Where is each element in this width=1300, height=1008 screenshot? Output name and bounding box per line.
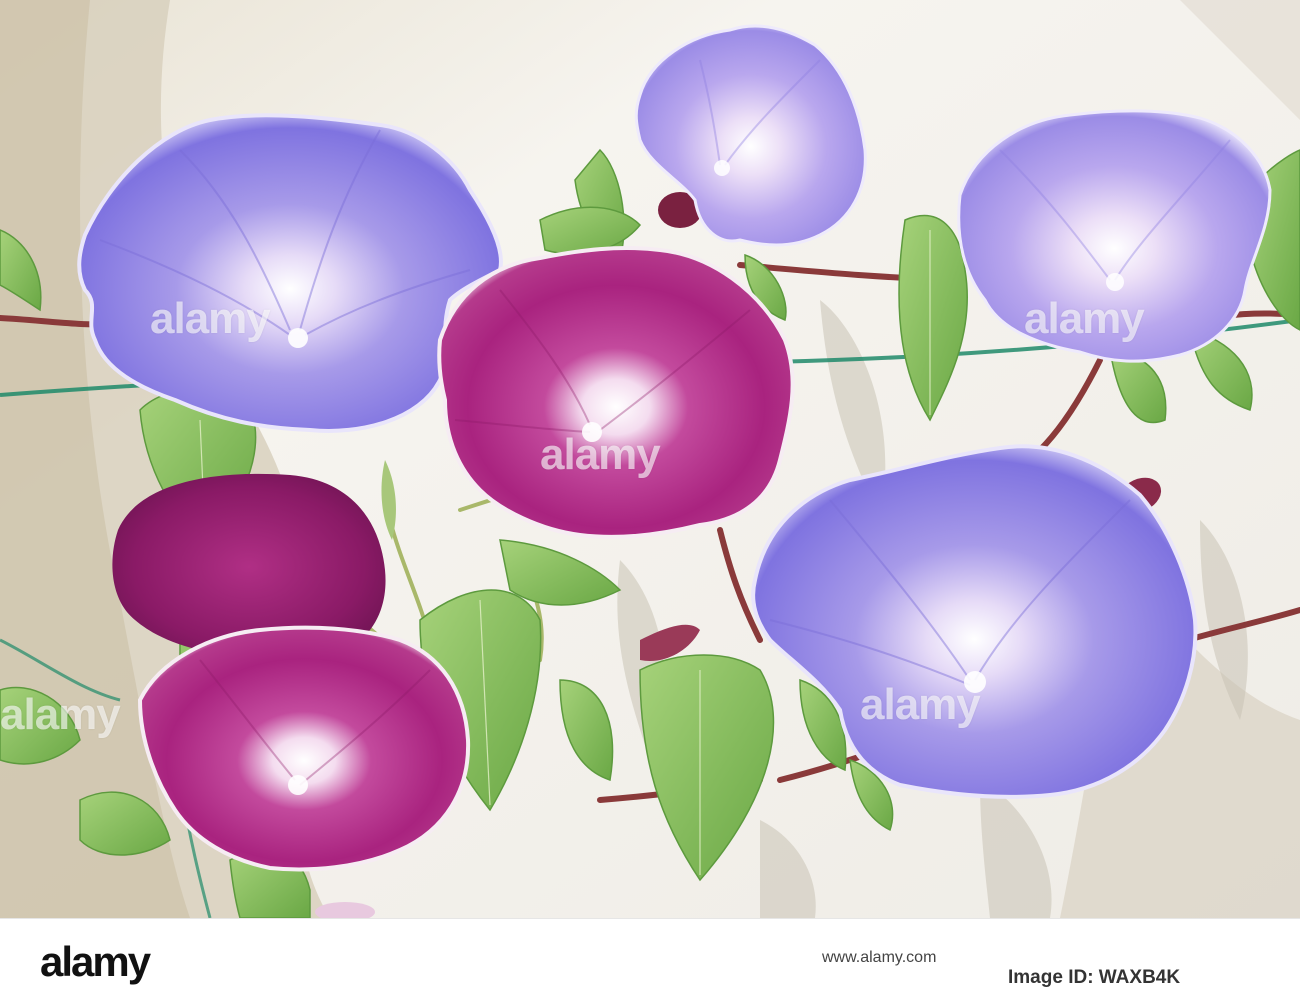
footer-divider: [0, 918, 1300, 919]
morning-glory-photo: alamy alamy alamy alamy alamy: [0, 0, 1300, 918]
photo-illustration: [0, 0, 1300, 918]
website-url[interactable]: www.alamy.com: [822, 949, 936, 967]
alamy-logo: alamy: [40, 940, 154, 985]
image-id: Image ID: WAXB4K: [1008, 967, 1181, 988]
footer-bar: alamy: [0, 918, 1300, 1008]
alamy-logo-text: alamy: [40, 940, 152, 985]
stock-photo-page: alamy alamy alamy alamy alamy alamy www.…: [0, 0, 1300, 1008]
